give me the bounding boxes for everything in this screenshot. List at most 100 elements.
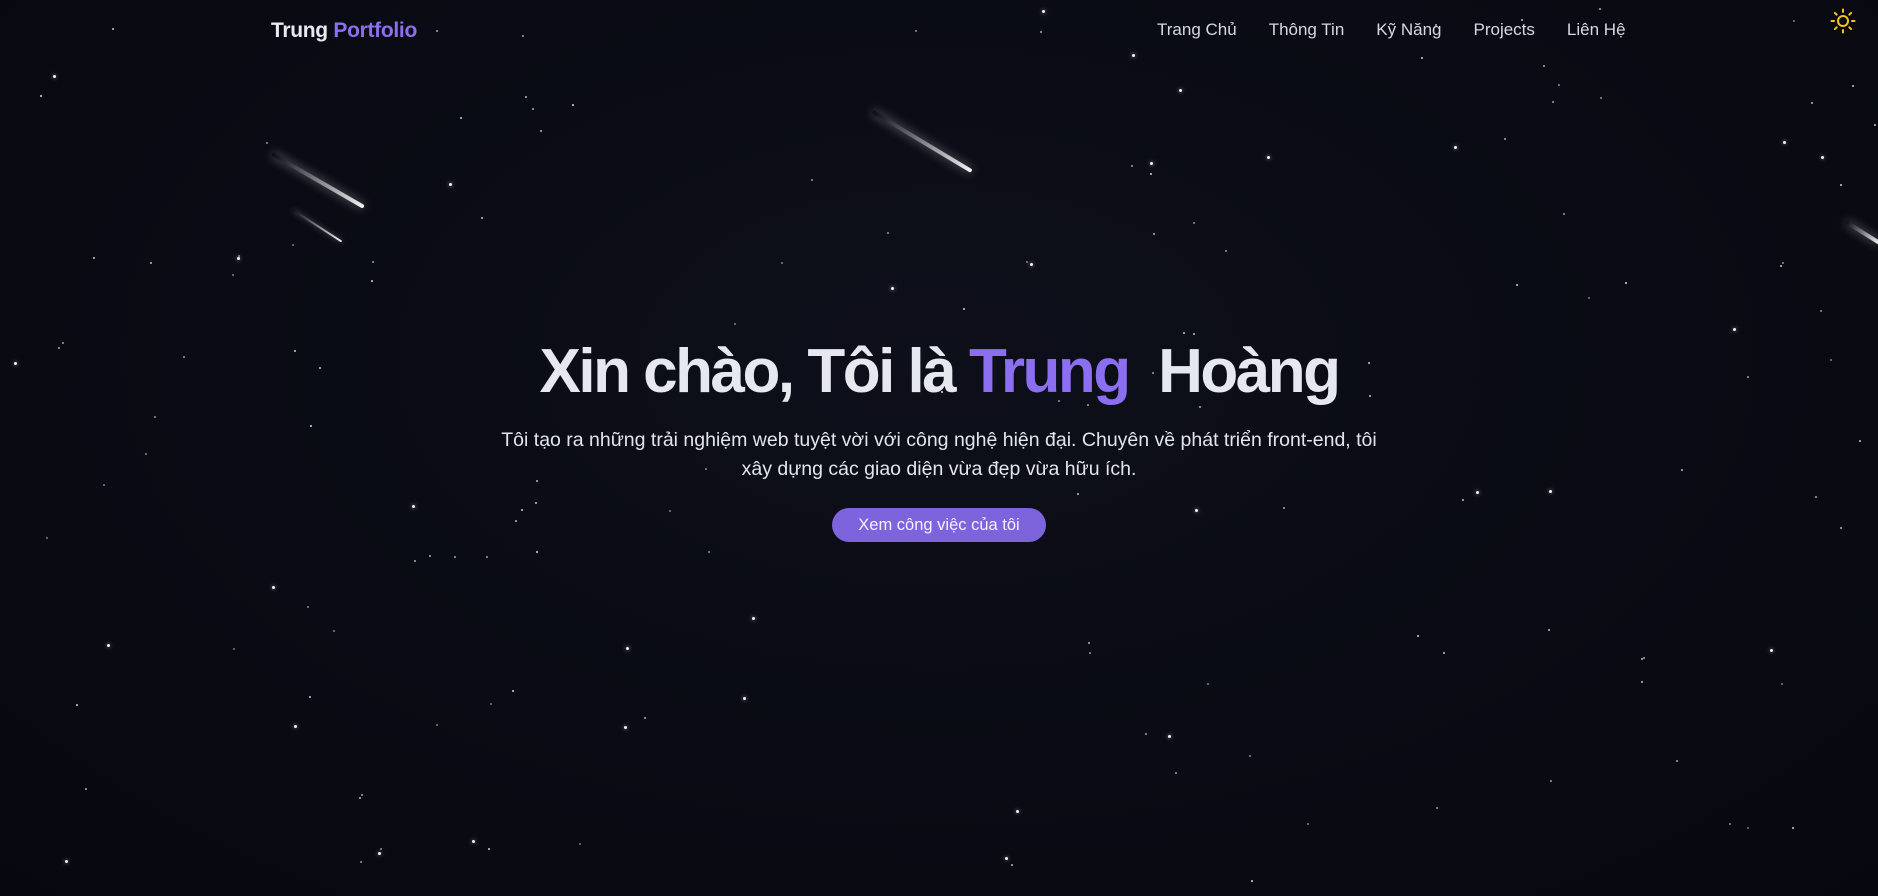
nav-link-home[interactable]: Trang Chủ <box>1157 20 1237 40</box>
star <box>1436 807 1438 809</box>
star <box>1454 146 1457 149</box>
star <box>486 556 488 558</box>
star <box>380 848 382 850</box>
star <box>781 262 783 264</box>
star <box>525 96 527 98</box>
star <box>1145 733 1147 735</box>
star <box>112 28 114 30</box>
star <box>481 217 483 219</box>
star <box>107 644 110 647</box>
star <box>1676 760 1678 762</box>
star <box>237 257 240 260</box>
star <box>1207 683 1209 685</box>
star <box>1643 657 1645 659</box>
star <box>1781 683 1783 685</box>
star <box>532 108 534 110</box>
star <box>743 697 746 700</box>
star <box>371 280 373 282</box>
sun-icon <box>1830 8 1856 34</box>
star <box>734 323 736 325</box>
star <box>85 788 87 790</box>
star <box>378 852 381 855</box>
hero-title-accent: Trung <box>968 337 1131 406</box>
star <box>1820 310 1822 312</box>
star <box>1783 141 1786 144</box>
star <box>1016 810 1019 813</box>
star <box>292 244 294 246</box>
star <box>436 724 438 726</box>
star <box>1599 8 1601 10</box>
star <box>1175 772 1177 774</box>
star <box>624 726 627 729</box>
star <box>1225 250 1227 252</box>
star <box>1548 629 1550 631</box>
star <box>1179 89 1182 92</box>
star <box>963 308 965 310</box>
nav-link-contact[interactable]: Liên Hệ <box>1567 20 1626 40</box>
star <box>1641 681 1643 683</box>
nav-link-about[interactable]: Thông Tin <box>1269 20 1345 40</box>
star <box>1793 20 1795 22</box>
star <box>449 183 452 186</box>
star <box>644 717 646 719</box>
logo-accent-text: Portfolio <box>333 19 417 42</box>
star <box>1770 649 1773 652</box>
star <box>522 35 524 37</box>
star <box>1026 261 1028 263</box>
star <box>915 30 917 32</box>
hero-title-suffix: Hoàng <box>1158 337 1341 406</box>
star <box>1307 823 1309 825</box>
star <box>1005 857 1008 860</box>
star <box>488 848 490 850</box>
site-logo[interactable]: Trung Portfolio <box>271 19 417 43</box>
star <box>266 142 268 144</box>
star <box>708 551 710 553</box>
star <box>1153 233 1155 235</box>
star <box>626 647 629 650</box>
hero-subtitle: Tôi tạo ra những trải nghiệm web tuyệt v… <box>501 429 1377 481</box>
star <box>454 556 456 558</box>
star <box>1792 827 1794 829</box>
star <box>811 179 813 181</box>
star <box>1780 265 1782 267</box>
star <box>536 551 538 553</box>
nav-link-projects[interactable]: Projects <box>1474 20 1535 40</box>
view-work-button[interactable]: Xem công việc của tôi <box>832 508 1046 543</box>
star <box>572 104 574 106</box>
star <box>579 843 581 845</box>
star <box>1011 864 1013 866</box>
theme-toggle-button[interactable] <box>1830 8 1856 34</box>
star <box>1600 97 1602 99</box>
main-nav: Trang Chủ Thông Tin Kỹ Năng Projects Liê… <box>1157 20 1658 40</box>
star <box>1193 222 1195 224</box>
star <box>1150 162 1153 165</box>
star <box>272 586 275 589</box>
star <box>1782 262 1784 264</box>
hero-title-prefix: Xin chào, Tôi là <box>539 337 956 406</box>
star <box>76 704 78 706</box>
star <box>1131 165 1133 167</box>
hero-title: Xin chào, Tôi là Trung Hoàng <box>0 337 1878 406</box>
star <box>1729 823 1731 825</box>
star <box>472 840 475 843</box>
star <box>1504 138 1506 140</box>
star <box>460 117 462 119</box>
star <box>150 262 152 264</box>
star <box>1267 156 1270 159</box>
star <box>1625 282 1627 284</box>
star <box>1251 880 1253 882</box>
star <box>490 703 492 705</box>
star <box>1042 10 1045 13</box>
logo-main-text: Trung <box>271 19 328 42</box>
star <box>1563 213 1565 215</box>
star <box>887 232 889 234</box>
star <box>1183 332 1185 334</box>
star <box>1558 84 1560 86</box>
hero-section: Xin chào, Tôi là Trung Hoàng Tôi tạo ra … <box>0 337 1878 543</box>
star <box>1443 652 1445 654</box>
nav-link-skills[interactable]: Kỹ Năng <box>1376 20 1441 40</box>
hero-background: Trung Portfolio Trang Chủ Thông Tin Kỹ N… <box>0 0 1878 896</box>
star <box>233 648 235 650</box>
star <box>333 630 335 632</box>
star <box>294 725 297 728</box>
